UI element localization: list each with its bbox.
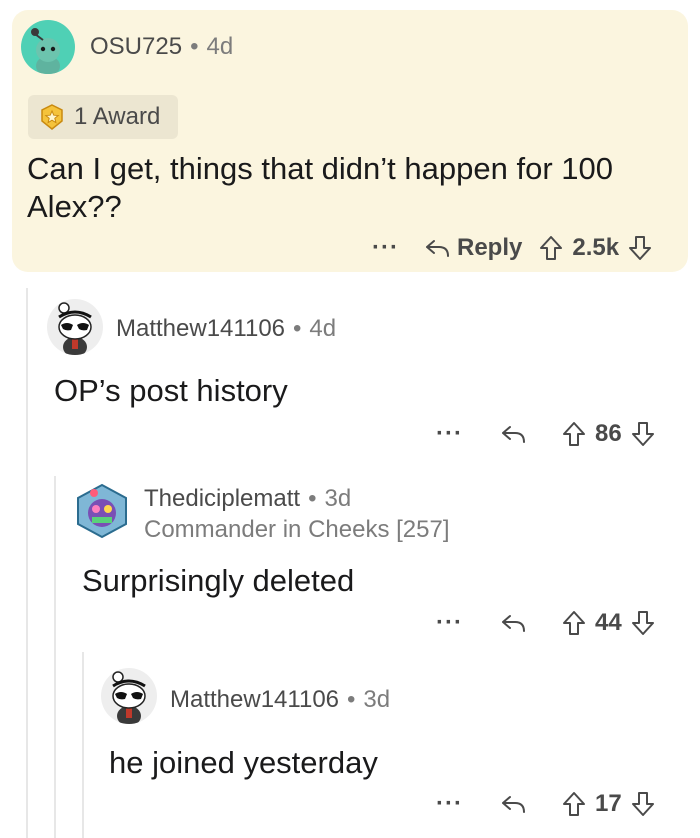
vote-count: 2.5k: [572, 234, 620, 261]
vote-count: 44: [594, 609, 622, 636]
separator-dot: •: [308, 485, 317, 512]
comment-meta: Thediciplematt • 3d: [144, 485, 351, 513]
username[interactable]: Thediciplematt: [144, 485, 300, 512]
separator-dot: •: [293, 315, 302, 342]
reddit-snoo-avatar-icon: [58, 302, 92, 355]
more-options-button[interactable]: ···: [436, 420, 463, 448]
more-options-button[interactable]: ···: [372, 234, 399, 262]
downvote-icon[interactable]: [630, 420, 656, 448]
comment-actions: ··· 44: [436, 609, 656, 637]
more-options-button[interactable]: ···: [436, 609, 463, 637]
comment-body: he joined yesterday: [109, 745, 378, 780]
comment-age: 4d: [309, 315, 337, 342]
user-flair: Commander in Cheeks [257]: [144, 516, 450, 543]
comment-age: 3d: [363, 686, 391, 713]
separator-dot: •: [347, 686, 356, 713]
user-avatar-osu725[interactable]: [21, 20, 75, 74]
vote-count: 86: [594, 420, 622, 447]
upvote-icon[interactable]: [561, 420, 587, 448]
downvote-icon[interactable]: [630, 609, 656, 637]
separator-dot: •: [190, 33, 199, 60]
comment-body: OP’s post history: [54, 373, 288, 408]
thread-line[interactable]: [54, 476, 56, 838]
award-icon: [41, 104, 63, 130]
comment-meta: Matthew141106 • 3d: [170, 686, 390, 714]
username[interactable]: Matthew141106: [116, 315, 285, 342]
user-avatar-thediciplematt[interactable]: [74, 483, 130, 539]
downvote-icon[interactable]: [630, 790, 656, 818]
reply-arrow-icon[interactable]: [499, 611, 527, 635]
award-label: 1 Award: [74, 103, 161, 130]
nft-hexagon-avatar-icon: [77, 483, 127, 539]
comment-body: Surprisingly deleted: [82, 563, 355, 598]
reddit-snoo-avatar-icon: [112, 671, 146, 724]
comment-body: Can I get, things that didn’t happen for…: [27, 150, 613, 226]
upvote-icon[interactable]: [561, 609, 587, 637]
downvote-icon[interactable]: [627, 234, 653, 262]
comment-body-line: Alex??: [27, 189, 122, 224]
comment-meta: Matthew141106 • 4d: [116, 315, 336, 343]
reply-arrow-icon[interactable]: [423, 236, 451, 260]
user-avatar-matthew141106[interactable]: [47, 299, 103, 355]
comment-actions: ··· 17: [436, 790, 656, 818]
comment-meta: OSU725 • 4d: [90, 33, 233, 61]
comment-actions: ··· Reply 2.5k: [372, 234, 653, 262]
more-options-button[interactable]: ···: [436, 790, 463, 818]
username[interactable]: Matthew141106: [170, 686, 339, 713]
upvote-icon[interactable]: [561, 790, 587, 818]
award-badge[interactable]: 1 Award: [28, 95, 178, 139]
user-avatar-matthew141106[interactable]: [101, 668, 157, 724]
vote-count: 17: [594, 790, 622, 817]
upvote-icon[interactable]: [538, 234, 564, 262]
comment-body-line: Can I get, things that didn’t happen for…: [27, 151, 613, 186]
reply-arrow-icon[interactable]: [499, 792, 527, 816]
username[interactable]: OSU725: [90, 33, 182, 60]
comment-age: 3d: [324, 485, 352, 512]
reply-arrow-icon[interactable]: [499, 422, 527, 446]
comment-age: 4d: [206, 33, 234, 60]
reply-button[interactable]: Reply: [457, 234, 522, 262]
reddit-snoo-avatar-icon: [31, 28, 60, 74]
comment-actions: ··· 86: [436, 420, 656, 448]
thread-line[interactable]: [82, 652, 84, 838]
thread-line[interactable]: [26, 288, 28, 838]
